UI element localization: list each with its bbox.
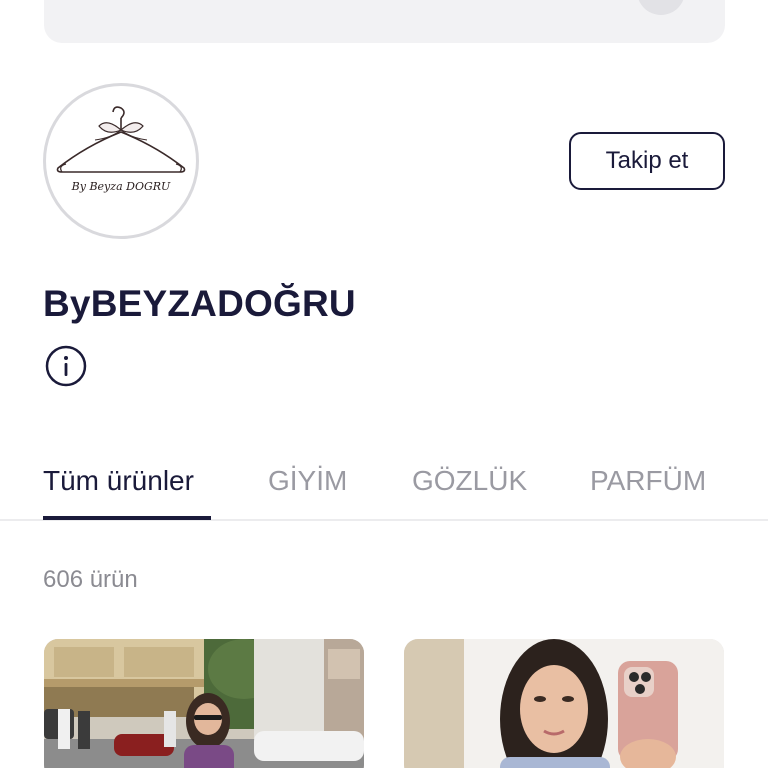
hanger-logo-icon: By Beyza DOGRU (56, 106, 186, 193)
tab-all-products[interactable]: Tüm ürünler (43, 465, 194, 497)
tab-clothing[interactable]: GİYİM (268, 465, 347, 497)
product-image (44, 639, 364, 768)
product-count: 606 ürün (43, 566, 138, 593)
tab-glasses[interactable]: GÖZLÜK (412, 465, 527, 497)
svg-text:By Beyza DOGRU: By Beyza DOGRU (71, 180, 171, 193)
store-logo: By Beyza DOGRU (43, 83, 199, 239)
product-image (404, 639, 724, 768)
camera-scan-icon[interactable] (637, 0, 685, 15)
store-name: ByBEYZADOĞRU (43, 283, 356, 324)
product-card[interactable] (404, 639, 724, 768)
active-tab-indicator (43, 516, 211, 520)
follow-button[interactable]: Takip et (569, 132, 725, 190)
tab-perfume[interactable]: PARFÜM (590, 465, 706, 497)
product-card[interactable] (44, 639, 364, 768)
category-tabs: Tüm ürünler GİYİM GÖZLÜK PARFÜM (0, 455, 768, 521)
info-icon[interactable] (45, 345, 87, 387)
search-bar[interactable] (44, 0, 725, 43)
